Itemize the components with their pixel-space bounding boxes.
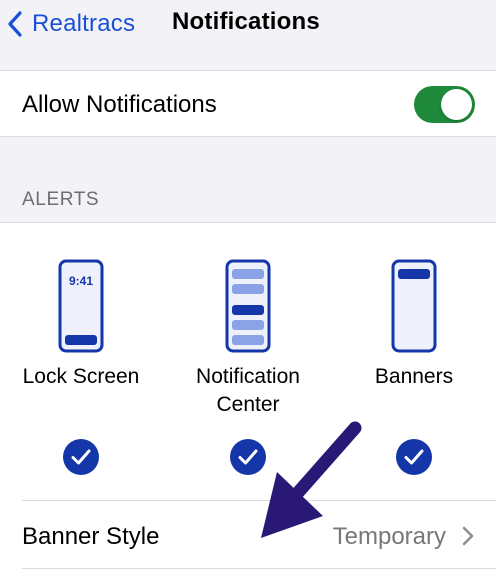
page-title: Notifications xyxy=(172,8,320,35)
notification-center-phone-icon xyxy=(225,259,271,353)
alerts-card: 9:41 Lock Screen Notification Center Ban… xyxy=(0,222,496,581)
chevron-left-icon xyxy=(8,11,22,37)
chevron-right-icon xyxy=(462,526,474,546)
alerts-section-header: ALERTS xyxy=(22,189,100,210)
notifications-settings-screen: Realtracs Notifications Allow Notificati… xyxy=(0,0,496,581)
lock-screen-time: 9:41 xyxy=(69,274,93,288)
banner-style-value: Temporary xyxy=(332,523,446,550)
navigation-bar: Realtracs Notifications xyxy=(0,0,496,60)
lock-screen-checkmark-icon xyxy=(63,439,99,475)
allow-notifications-toggle[interactable] xyxy=(414,86,475,123)
divider xyxy=(22,568,496,569)
back-button-label: Realtracs xyxy=(32,10,136,37)
toggle-knob xyxy=(441,89,472,120)
back-button[interactable]: Realtracs xyxy=(8,6,135,42)
banner-style-label: Banner Style xyxy=(22,523,160,550)
alert-option-label: Lock Screen xyxy=(22,365,140,388)
banners-checkmark-icon xyxy=(396,439,432,475)
allow-notifications-label: Allow Notifications xyxy=(22,91,217,118)
banners-phone-icon xyxy=(391,259,437,353)
lock-screen-phone-icon: 9:41 xyxy=(58,259,104,353)
allow-notifications-row: Allow Notifications xyxy=(0,70,496,137)
alert-option-label: Notification Center xyxy=(196,365,300,416)
notification-center-checkmark-icon xyxy=(230,439,266,475)
alert-option-label: Banners xyxy=(374,365,454,388)
banner-style-row[interactable]: Banner Style Temporary xyxy=(0,501,496,567)
